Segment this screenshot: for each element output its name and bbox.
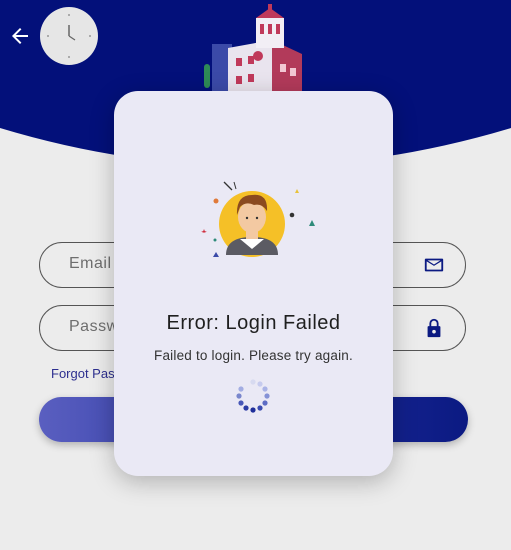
loading-spinner-icon xyxy=(235,378,271,414)
dialog-message: Failed to login. Please try again. xyxy=(154,348,353,363)
error-dialog: Error: Login Failed Failed to login. Ple… xyxy=(114,91,393,476)
dialog-title: Error: Login Failed xyxy=(166,312,341,334)
user-avatar-icon xyxy=(196,177,316,267)
